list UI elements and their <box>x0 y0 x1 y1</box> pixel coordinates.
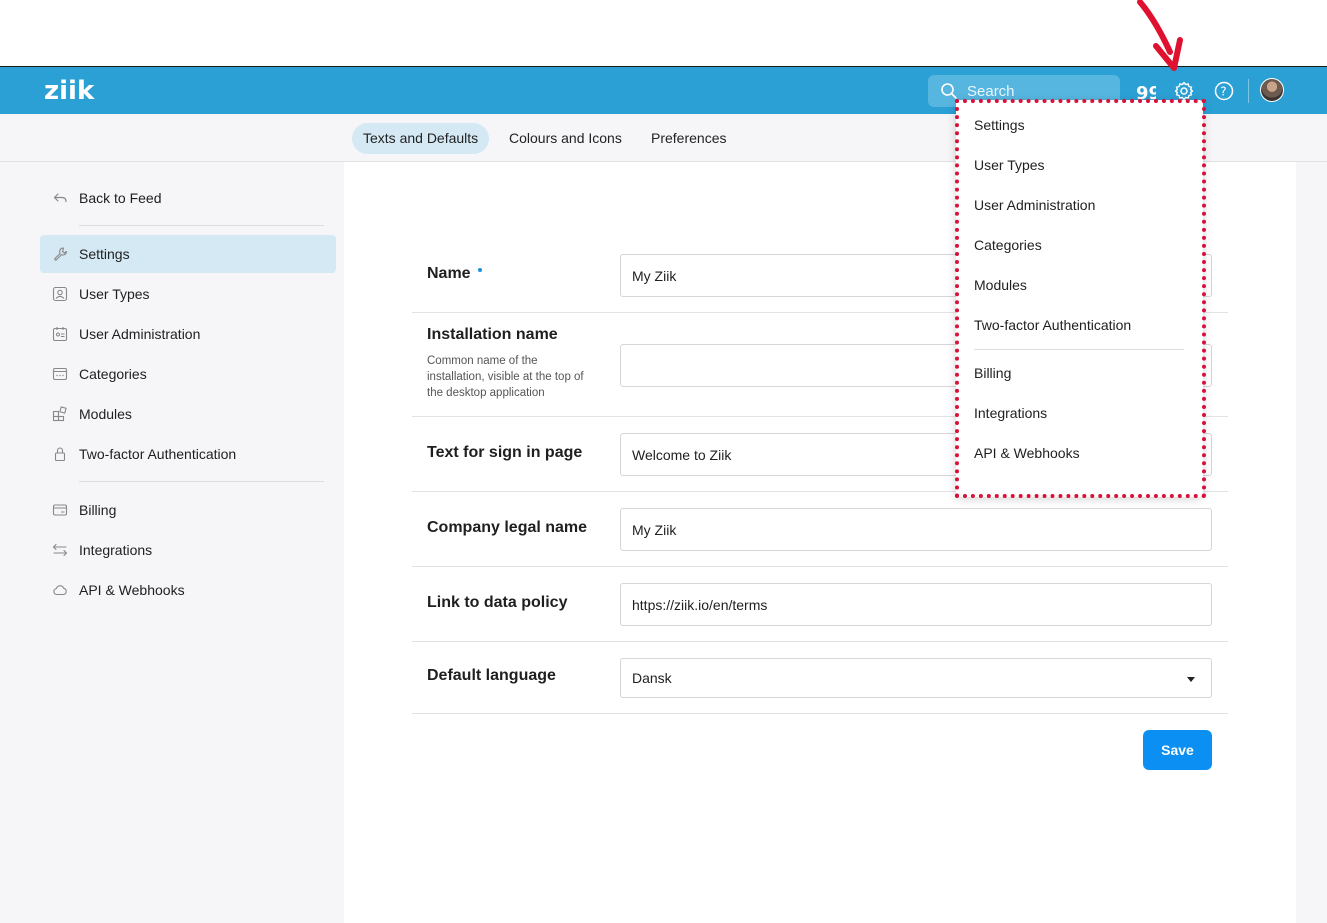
default-language-value: Dansk <box>632 670 672 686</box>
arrows-icon <box>52 543 68 557</box>
row-divider <box>412 641 1228 642</box>
sidebar-item-modules[interactable]: Modules <box>40 395 336 433</box>
sidebar-item-settings[interactable]: Settings <box>40 235 336 273</box>
sign-in-text-label: Text for sign in page <box>427 444 583 461</box>
sidebar-item-label: Categories <box>79 366 147 382</box>
sidebar-item-user-administration[interactable]: User Administration <box>40 315 336 353</box>
id-card-icon <box>52 327 68 342</box>
sidebar-item-billing[interactable]: Billing <box>40 491 336 529</box>
save-button[interactable]: Save <box>1143 730 1212 770</box>
ziik-logo[interactable]: ziik <box>44 76 94 106</box>
back-arrow-icon <box>53 193 67 203</box>
tab-colours-and-icons[interactable]: Colours and Icons <box>498 123 633 154</box>
installation-name-description: Common name of the installation, visible… <box>427 355 584 399</box>
top-whitespace <box>0 0 1327 66</box>
sidebar-item-categories[interactable]: Categories <box>40 355 336 393</box>
sidebar-item-integrations[interactable]: Integrations <box>40 531 336 569</box>
sidebar-item-two-factor-authentication[interactable]: Two-factor Authentication <box>40 435 336 473</box>
sidebar-item-label: API & Webhooks <box>79 582 185 598</box>
sidebar-divider <box>79 225 324 226</box>
dropdown-item-user-administration[interactable]: User Administration <box>974 197 1095 213</box>
dropdown-item-api-webhooks[interactable]: API & Webhooks <box>974 445 1080 461</box>
modules-icon <box>52 406 67 422</box>
default-language-select[interactable]: Dansk <box>620 658 1212 698</box>
sidebar-item-label: Billing <box>79 502 117 518</box>
dropdown-item-user-types[interactable]: User Types <box>974 157 1045 173</box>
sidebar-item-label: Settings <box>79 246 130 262</box>
sidebar-item-label: Integrations <box>79 542 153 558</box>
user-type-icon <box>52 286 68 302</box>
tab-preferences[interactable]: Preferences <box>640 123 737 154</box>
sidebar-item-label: Two-factor Authentication <box>79 446 237 462</box>
data-policy-link-label: Link to data policy <box>427 594 568 611</box>
right-gutter <box>1296 162 1327 923</box>
help-icon[interactable]: ? <box>1212 79 1236 103</box>
sidebar-divider <box>79 481 324 482</box>
svg-text:?: ? <box>1220 85 1226 99</box>
sidebar-item-label: Modules <box>79 406 132 422</box>
sidebar-item-label: User Types <box>79 286 150 302</box>
dropdown-item-billing[interactable]: Billing <box>974 365 1011 381</box>
back-to-feed-label: Back to Feed <box>79 190 162 206</box>
sidebar-item-api-webhooks[interactable]: API & Webhooks <box>40 571 336 609</box>
company-legal-name-input[interactable] <box>620 508 1212 551</box>
installation-name-label: Installation name <box>427 326 558 343</box>
dropdown-item-modules[interactable]: Modules <box>974 277 1027 293</box>
row-divider <box>412 713 1228 714</box>
search-icon <box>941 83 957 99</box>
lock-icon <box>54 447 66 462</box>
chevron-down-icon <box>1187 677 1195 682</box>
row-divider <box>412 566 1228 567</box>
dropdown-divider <box>974 349 1184 350</box>
back-to-feed-link[interactable]: Back to Feed <box>40 179 336 217</box>
name-label: Name <box>427 265 471 282</box>
data-policy-link-input[interactable] <box>620 583 1212 626</box>
sidebar-item-label: User Administration <box>79 326 201 342</box>
header-divider <box>1248 79 1249 103</box>
dropdown-item-categories[interactable]: Categories <box>974 237 1042 253</box>
user-avatar[interactable] <box>1260 78 1284 102</box>
categories-icon <box>52 367 68 381</box>
company-legal-name-label: Company legal name <box>427 519 588 536</box>
dropdown-item-two-factor-authentication[interactable]: Two-factor Authentication <box>974 317 1131 333</box>
wrench-icon <box>53 247 68 261</box>
annotation-arrow-icon <box>1137 0 1183 71</box>
tab-texts-and-defaults[interactable]: Texts and Defaults <box>352 123 490 154</box>
cloud-icon <box>53 585 67 596</box>
card-icon <box>52 504 68 516</box>
dropdown-item-settings[interactable]: Settings <box>974 117 1025 133</box>
dropdown-item-integrations[interactable]: Integrations <box>974 405 1047 421</box>
search-placeholder: Search <box>967 83 1015 100</box>
default-language-label: Default language <box>427 667 556 684</box>
required-indicator <box>478 268 482 272</box>
sidebar-item-user-types[interactable]: User Types <box>40 275 336 313</box>
